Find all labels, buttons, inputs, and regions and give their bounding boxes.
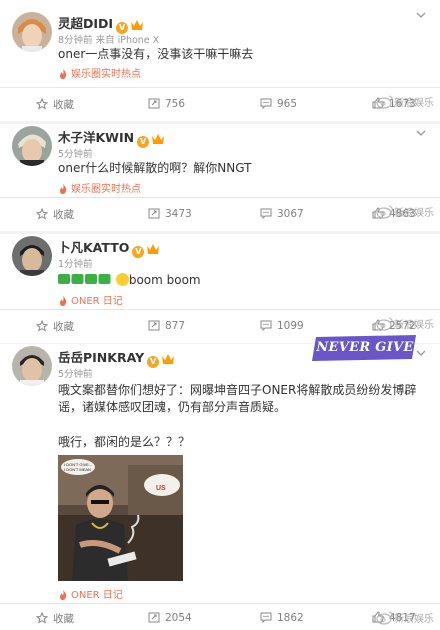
speech-text: US — [156, 485, 166, 492]
collect-button[interactable]: 收藏 — [35, 97, 74, 112]
sticker-text: NEVER GIVE UP — [316, 340, 414, 381]
money-emoji-icon — [58, 273, 116, 287]
post-image[interactable]: I DON'T GIVE... I DON'T MEAN US — [58, 455, 183, 581]
post-text: boom boom — [58, 272, 428, 289]
repost-button[interactable]: 3473 — [148, 207, 192, 220]
weibo-logo-icon — [376, 317, 393, 331]
post-meta: 5分钟前 — [58, 369, 93, 380]
repost-icon — [148, 612, 160, 623]
avatar[interactable] — [12, 346, 52, 386]
comment-button[interactable]: 3067 — [260, 207, 304, 220]
crown-icon — [162, 354, 175, 364]
fire-icon — [60, 590, 67, 600]
comment-button[interactable]: 1862 — [260, 611, 304, 624]
post-text: 哦文案都替你们想好了：网曝坤音四子ONER将解散成员纷纷发博辟谣，诸媒体感叹团魂… — [58, 383, 417, 414]
action-bar: 收藏 2054 1862 4817 — [0, 603, 440, 630]
star-icon — [35, 319, 49, 332]
post-meta: 5分钟前 — [58, 149, 93, 160]
repost-icon — [148, 208, 160, 219]
post-text-secondary: 哦行，都闲的是么？？？ — [58, 435, 191, 449]
verified-icon: V — [137, 136, 150, 148]
comment-icon — [260, 612, 272, 624]
post-meta: 8分钟前 来自 iPhone X — [58, 35, 160, 46]
watermark: 新浪娱乐 — [376, 316, 434, 331]
fire-icon — [60, 69, 67, 79]
post-card: 木子洋KWIN V 5分钟前 oner什么时候解散的啊？解你NNGT 娱乐圈实时热… — [0, 124, 440, 198]
collect-button[interactable]: 收藏 — [35, 319, 74, 334]
star-icon — [35, 207, 49, 220]
repost-icon — [148, 320, 160, 331]
username[interactable]: 岳岳PINKRAY V — [58, 347, 175, 368]
avatar[interactable] — [12, 126, 52, 166]
fire-icon — [60, 184, 67, 194]
username[interactable]: 卜凡KATTO V — [58, 237, 160, 258]
post-meta: 1分钟前 — [58, 259, 93, 270]
chevron-down-icon[interactable] — [416, 128, 426, 138]
comment-icon — [260, 98, 272, 110]
comment-icon — [260, 208, 272, 220]
post-text: oner一点事没有，没事该干嘛干嘛去 — [58, 47, 254, 61]
comment-button[interactable]: 965 — [260, 97, 297, 110]
avatar[interactable] — [12, 12, 52, 52]
crown-icon — [152, 134, 165, 144]
watermark: 新浪娱乐 — [376, 204, 434, 219]
verified-icon: V — [147, 356, 160, 368]
repost-button[interactable]: 2054 — [148, 611, 192, 624]
comment-icon — [260, 320, 272, 332]
post-text: oner什么时候解散的啊？解你NNGT — [58, 161, 252, 175]
collect-button[interactable]: 收藏 — [35, 207, 74, 222]
crown-icon — [131, 20, 144, 30]
watermark: 新浪娱乐 — [376, 610, 434, 625]
avatar[interactable] — [12, 236, 52, 276]
action-bar: 收藏 3473 3067 4863 — [0, 197, 440, 231]
watermark: 新浪娱乐 — [376, 94, 434, 109]
star-icon — [35, 97, 49, 110]
crown-icon — [147, 244, 160, 254]
smile-emoji-icon — [115, 273, 129, 286]
never-give-up-sticker: NEVER GIVE UP — [312, 335, 418, 381]
topic-tag[interactable]: 娱乐圈实时热点 — [58, 180, 141, 195]
username[interactable]: 灵超DIDI V — [58, 13, 144, 34]
repost-button[interactable]: 877 — [148, 319, 185, 332]
repost-button[interactable]: 756 — [148, 97, 185, 110]
verified-icon: V — [132, 246, 145, 258]
weibo-logo-icon — [376, 205, 393, 219]
fire-icon — [60, 296, 67, 306]
action-bar: 收藏 756 965 1673 — [0, 87, 440, 121]
post-card: 卜凡KATTO V 1分钟前 boom boom ONER 日记 — [0, 234, 440, 310]
post-card: 灵超DIDI V 8分钟前 来自 iPhone X oner一点事没有，没事该干嘛… — [0, 0, 440, 88]
weibo-logo-icon — [376, 611, 393, 625]
speech-text: I DON'T MEAN — [64, 467, 91, 472]
weibo-logo-icon — [376, 95, 393, 109]
star-icon — [35, 611, 49, 624]
username[interactable]: 木子洋KWIN V — [58, 127, 165, 148]
topic-tag[interactable]: ONER 日记 — [58, 292, 123, 307]
comment-button[interactable]: 1099 — [260, 319, 304, 332]
chevron-down-icon[interactable] — [416, 10, 426, 20]
topic-tag[interactable]: ONER 日记 — [58, 586, 123, 601]
collect-button[interactable]: 收藏 — [35, 611, 74, 626]
topic-tag[interactable]: 娱乐圈实时热点 — [58, 65, 141, 80]
repost-icon — [148, 98, 160, 109]
